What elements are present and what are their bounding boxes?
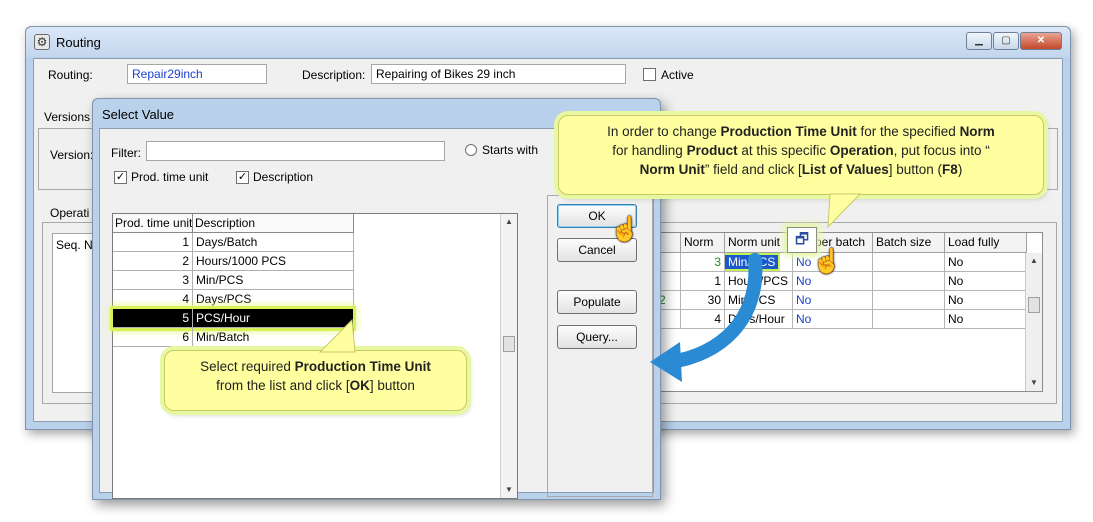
callout-top-text: ) bbox=[957, 162, 963, 177]
list-cell-description: Min/PCS bbox=[193, 271, 354, 290]
callout-top-bold: Product bbox=[686, 143, 738, 158]
list-item[interactable]: 3 Min/PCS bbox=[113, 271, 354, 290]
grid-cell-batch-size[interactable] bbox=[873, 272, 945, 291]
filter-input[interactable] bbox=[146, 141, 445, 161]
scroll-thumb[interactable] bbox=[503, 336, 515, 352]
routing-label: Routing: bbox=[48, 68, 93, 82]
callout-top-bold: Norm bbox=[959, 124, 995, 139]
callout-top-pointer bbox=[827, 193, 862, 229]
list-cell-id: 3 bbox=[113, 271, 193, 290]
operations-grid-scrollbar[interactable]: ▲ ▼ bbox=[1025, 253, 1042, 391]
list-item[interactable]: 2 Hours/1000 PCS bbox=[113, 252, 354, 271]
seq-header: Seq. N bbox=[56, 238, 93, 252]
list-cell-id: 4 bbox=[113, 290, 193, 309]
filter-label: Filter: bbox=[111, 146, 141, 160]
callout-top-bold: F8 bbox=[942, 162, 958, 177]
minimize-icon[interactable]: ▁ bbox=[966, 32, 992, 50]
list-cell-description: Days/Batch bbox=[193, 233, 354, 252]
grid-cell-load-fully[interactable]: No bbox=[945, 272, 1027, 291]
callout-top-text: ] button ( bbox=[888, 162, 943, 177]
dialog-title: Select Value bbox=[102, 107, 175, 122]
arrow-icon bbox=[650, 253, 763, 382]
active-checkbox[interactable] bbox=[643, 68, 656, 81]
active-label: Active bbox=[661, 68, 694, 82]
list-header-description[interactable]: Description bbox=[193, 214, 354, 233]
versions-tab[interactable]: Versions bbox=[44, 110, 90, 124]
version-label: Version: bbox=[50, 148, 94, 162]
pointer-hand-icon: ☝ bbox=[610, 216, 640, 243]
grid-cell-per-batch[interactable]: No bbox=[793, 291, 873, 310]
list-cell-description: Hours/1000 PCS bbox=[193, 252, 354, 271]
callout-top-bold: Production Time Unit bbox=[720, 124, 857, 139]
prod-time-unit-checkbox[interactable]: ✓ bbox=[114, 171, 127, 184]
list-header-prod-time-unit[interactable]: Prod. time unit bbox=[113, 214, 193, 233]
scroll-down-icon[interactable]: ▼ bbox=[1026, 375, 1042, 391]
scroll-down-icon[interactable]: ▼ bbox=[501, 482, 517, 498]
grid-cell-load-fully[interactable]: No bbox=[945, 291, 1027, 310]
callout-top-text: ” field and click [ bbox=[704, 162, 802, 177]
description-check-label: Description bbox=[253, 170, 314, 184]
starts-with-label: Starts with bbox=[482, 143, 539, 157]
callout-top-text: at this specific bbox=[737, 143, 830, 158]
routing-window-title: Routing bbox=[56, 35, 101, 50]
populate-button[interactable]: Populate bbox=[557, 290, 637, 314]
callout-top-bold: List of Values bbox=[801, 162, 889, 177]
grid-cell-per-batch[interactable]: No bbox=[793, 310, 873, 329]
pointer-hand-icon: ☝ bbox=[812, 248, 842, 275]
list-cell-description: Days/PCS bbox=[193, 290, 354, 309]
window-controls: ▁ ▢ ✕ bbox=[965, 32, 1062, 50]
list-cell-id: 5 bbox=[113, 309, 193, 328]
starts-with-radio[interactable] bbox=[465, 144, 477, 156]
close-icon[interactable]: ✕ bbox=[1020, 32, 1062, 50]
callout-top-bold: Norm Unit bbox=[639, 162, 705, 177]
callout-bottom-bold: OK bbox=[349, 378, 370, 393]
callout-bottom: Select required Production Time Unit fro… bbox=[164, 350, 467, 411]
scroll-up-icon[interactable]: ▲ bbox=[1026, 253, 1042, 269]
callout-top-text: for the specified bbox=[856, 124, 960, 139]
callout-top-text: , put focus into “ bbox=[893, 143, 990, 158]
grid-cell-load-fully[interactable]: No bbox=[945, 310, 1027, 329]
description-checkbox[interactable]: ✓ bbox=[236, 171, 249, 184]
callout-bottom-bold: Production Time Unit bbox=[294, 359, 431, 374]
grid-cell-batch-size[interactable] bbox=[873, 291, 945, 310]
grid-header-load-fully[interactable]: Load fully bbox=[945, 233, 1027, 253]
callout-top: In order to change Production Time Unit … bbox=[558, 115, 1044, 195]
scroll-thumb[interactable] bbox=[1028, 297, 1040, 313]
description-label: Description: bbox=[302, 68, 366, 82]
scroll-up-icon[interactable]: ▲ bbox=[501, 214, 517, 230]
value-list-header: Prod. time unit Description bbox=[113, 214, 354, 233]
callout-bottom-pointer bbox=[318, 318, 356, 353]
query-button[interactable]: Query... bbox=[557, 325, 637, 349]
maximize-icon[interactable]: ▢ bbox=[993, 32, 1019, 50]
value-list-scrollbar[interactable]: ▲ ▼ bbox=[500, 214, 517, 498]
grid-cell-batch-size[interactable] bbox=[873, 253, 945, 272]
list-cell-id: 1 bbox=[113, 233, 193, 252]
callout-bottom-text: ] button bbox=[369, 378, 415, 393]
prod-time-unit-check-label: Prod. time unit bbox=[131, 170, 209, 184]
callout-top-text: In order to change bbox=[607, 124, 721, 139]
routing-titlebar[interactable]: ⚙ Routing ▁ ▢ ✕ bbox=[26, 27, 1070, 57]
grid-cell-load-fully[interactable]: No bbox=[945, 253, 1027, 272]
callout-top-text: for handling bbox=[612, 143, 687, 158]
grid-header-batch-size[interactable]: Batch size bbox=[873, 233, 945, 253]
callout-top-bold: Operation bbox=[829, 143, 894, 158]
list-cell-id: 2 bbox=[113, 252, 193, 271]
operations-tab[interactable]: Operati bbox=[50, 206, 89, 220]
callout-bottom-text: Select required bbox=[200, 359, 295, 374]
routing-app-icon: ⚙ bbox=[34, 34, 50, 50]
list-item[interactable]: 1 Days/Batch bbox=[113, 233, 354, 252]
routing-input[interactable]: Repair29inch bbox=[127, 64, 267, 84]
callout-bottom-text: from the list and click [ bbox=[216, 378, 350, 393]
list-item[interactable]: 4 Days/PCS bbox=[113, 290, 354, 309]
grid-cell-batch-size[interactable] bbox=[873, 310, 945, 329]
description-input[interactable]: Repairing of Bikes 29 inch bbox=[371, 64, 626, 84]
list-cell-id: 6 bbox=[113, 328, 193, 347]
